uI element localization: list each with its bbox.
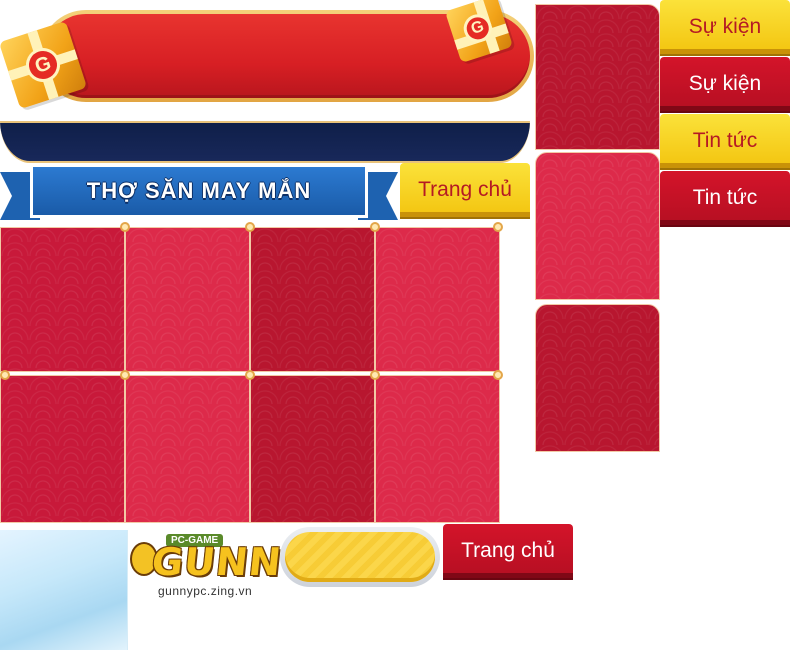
yellow-pill-inner	[285, 532, 435, 582]
ice-panel	[0, 530, 128, 650]
news-button-label: Tin tức	[692, 129, 758, 152]
navy-strip	[0, 121, 530, 163]
side-tile-2[interactable]	[535, 152, 660, 300]
events-button-label: Sự kiện	[688, 72, 762, 95]
home-button-label: Trang chủ	[418, 178, 512, 201]
grid-stud	[370, 370, 380, 380]
grid-tile-7[interactable]	[250, 375, 375, 523]
grid-tile-5[interactable]	[0, 375, 125, 523]
events-button-label: Sự kiện	[688, 15, 762, 38]
home-button-red[interactable]: Trang chủ	[443, 524, 573, 578]
yellow-pill-button[interactable]	[280, 527, 440, 587]
home-button-label: Trang chủ	[461, 539, 555, 562]
grid-stud	[120, 370, 130, 380]
grid-tile-1[interactable]	[0, 227, 125, 372]
news-button-yellow[interactable]: Tin tức	[660, 114, 790, 168]
grid-tile-6[interactable]	[125, 375, 250, 523]
gift-badge-small: G	[460, 10, 496, 46]
title-ribbon: THỢ SĂN MAY MẮN	[30, 164, 368, 218]
grid-tile-3[interactable]	[250, 227, 375, 372]
grid-stud	[245, 222, 255, 232]
grid-stud	[120, 222, 130, 232]
events-button-yellow[interactable]: Sự kiện	[660, 0, 790, 54]
grid-stud	[0, 370, 10, 380]
side-tile-1[interactable]	[535, 4, 660, 150]
logo-url: gunnypc.zing.vn	[158, 584, 253, 598]
page-title: THỢ SĂN MAY MẮN	[86, 178, 312, 203]
grid-tile-4[interactable]	[375, 227, 500, 372]
gift-badge: G	[21, 43, 65, 87]
grid-tile-8[interactable]	[375, 375, 500, 523]
grid-stud	[370, 222, 380, 232]
news-button-label: Tin tức	[692, 186, 758, 209]
side-tile-3[interactable]	[535, 304, 660, 452]
news-button-red[interactable]: Tin tức	[660, 171, 790, 225]
grid-stud	[493, 222, 503, 232]
events-button-red[interactable]: Sự kiện	[660, 57, 790, 111]
grid-stud	[245, 370, 255, 380]
gunny-logo[interactable]: PC-GAME GUNNY gunnypc.zing.vn	[130, 528, 312, 600]
grid-tile-2[interactable]	[125, 227, 250, 372]
home-button-yellow[interactable]: Trang chủ	[400, 163, 530, 217]
grid-stud	[493, 370, 503, 380]
